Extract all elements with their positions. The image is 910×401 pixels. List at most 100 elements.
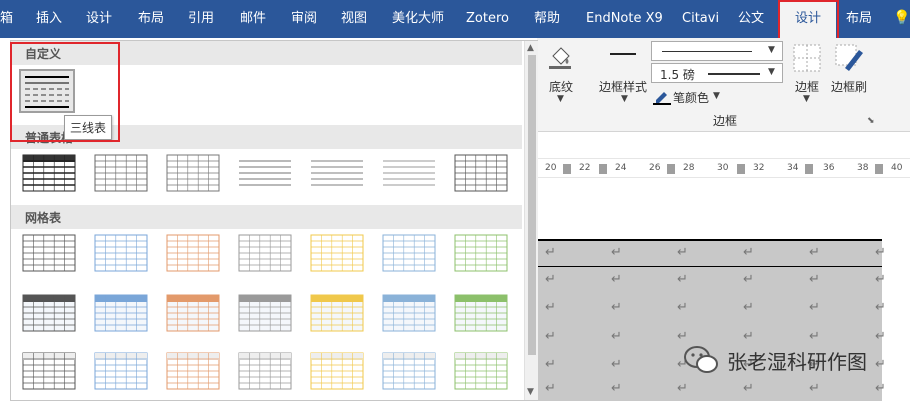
- tab-view[interactable]: 视图: [341, 0, 367, 38]
- paragraph-mark: ↵: [743, 329, 754, 344]
- tab-layout[interactable]: 布局: [138, 0, 164, 38]
- shading-icon[interactable]: [547, 42, 573, 70]
- tab-endnote[interactable]: EndNote X9: [586, 0, 663, 38]
- horizontal-ruler[interactable]: 20 22 24 26 28 30 32 34 36 38 40: [537, 158, 910, 178]
- grid-table-style[interactable]: [309, 291, 365, 335]
- table-style-thumbnail: [166, 352, 220, 390]
- tab-zotero[interactable]: Zotero: [466, 0, 509, 38]
- tab-help[interactable]: 帮助: [534, 0, 560, 38]
- pen-color-chevron-icon[interactable]: ▼: [713, 91, 720, 101]
- border-painter-icon[interactable]: [835, 44, 865, 72]
- ruler-marker: [805, 164, 813, 174]
- borders-chevron-icon[interactable]: ▼: [803, 94, 810, 104]
- ruler-number: 20: [545, 163, 557, 173]
- grid-table-style[interactable]: [237, 231, 293, 275]
- paragraph-mark: ↵: [809, 272, 820, 287]
- ruler-marker: [667, 164, 675, 174]
- grid-table-style[interactable]: [453, 231, 509, 275]
- normal-table-style[interactable]: [381, 151, 437, 195]
- paragraph-mark: ↵: [677, 245, 688, 260]
- ruler-number: 32: [753, 163, 765, 173]
- grid-table-style[interactable]: [93, 231, 149, 275]
- tab-review[interactable]: 审阅: [291, 0, 317, 38]
- paragraph-mark: ↵: [677, 381, 688, 396]
- tab-design[interactable]: 设计: [86, 0, 112, 38]
- normal-table-style[interactable]: [453, 151, 509, 195]
- grid-table-style[interactable]: [309, 349, 365, 393]
- grid-table-style[interactable]: [237, 349, 293, 393]
- grid-table-style[interactable]: [93, 291, 149, 335]
- tab-start[interactable]: 箱: [0, 0, 13, 38]
- table-style-thumbnail: [310, 352, 364, 390]
- grid-table-style[interactable]: [453, 291, 509, 335]
- lightbulb-icon[interactable]: 💡: [893, 10, 910, 26]
- table-style-thumbnail: [94, 352, 148, 390]
- table-style-thumbnail: [383, 155, 435, 191]
- table-style-thumbnail: [22, 234, 76, 272]
- wechat-icon: [684, 346, 718, 373]
- normal-table-style[interactable]: [21, 151, 77, 195]
- border-styles-label[interactable]: 边框样式: [599, 78, 647, 95]
- tab-table-layout[interactable]: 布局: [846, 0, 872, 38]
- table-style-thumbnail: [22, 154, 76, 192]
- paragraph-mark: ↵: [611, 245, 622, 260]
- pen-color-icon[interactable]: [653, 89, 671, 105]
- scroll-down-icon[interactable]: ▼: [527, 387, 534, 397]
- grid-table-style[interactable]: [165, 349, 221, 393]
- table-style-thumbnail: [94, 154, 148, 192]
- line-weight-select[interactable]: 1.5 磅 ▼: [651, 63, 783, 83]
- grid-table-style[interactable]: [381, 231, 437, 275]
- gallery-scrollbar[interactable]: ▲ ▼: [524, 41, 538, 400]
- paragraph-mark: ↵: [545, 272, 556, 287]
- grid-table-style[interactable]: [165, 231, 221, 275]
- border-styles-chevron-icon[interactable]: ▼: [621, 94, 628, 104]
- table-style-thumbnail: [382, 352, 436, 390]
- tab-citavi[interactable]: Citavi: [682, 0, 719, 38]
- tab-insert[interactable]: 插入: [36, 0, 62, 38]
- document-table[interactable]: [537, 240, 882, 401]
- normal-table-style[interactable]: [237, 151, 293, 195]
- scroll-up-icon[interactable]: ▲: [527, 43, 534, 53]
- ruler-number: 34: [787, 163, 799, 173]
- scrollbar-thumb[interactable]: [528, 55, 536, 355]
- paragraph-mark: ↵: [545, 245, 556, 260]
- border-style-line-icon[interactable]: [610, 53, 636, 55]
- grid-table-style[interactable]: [381, 291, 437, 335]
- borders-label[interactable]: 边框: [795, 78, 819, 95]
- grid-table-style[interactable]: [93, 349, 149, 393]
- line-style-select[interactable]: ▼: [651, 41, 783, 61]
- ruler-number: 40: [891, 163, 903, 173]
- paragraph-mark: ↵: [545, 357, 556, 372]
- shading-chevron-icon[interactable]: ▼: [557, 94, 564, 104]
- paragraph-mark: ↵: [611, 357, 622, 372]
- tab-references[interactable]: 引用: [188, 0, 214, 38]
- ruler-marker: [563, 164, 571, 174]
- grid-table-style[interactable]: [237, 291, 293, 335]
- table-style-thumbnail: [166, 294, 220, 332]
- grid-table-style[interactable]: [21, 349, 77, 393]
- borders-icon[interactable]: [793, 44, 821, 72]
- ruler-marker: [875, 164, 883, 174]
- line-weight-value: 1.5 磅: [660, 68, 695, 82]
- pen-color-label[interactable]: 笔颜色: [673, 89, 709, 106]
- grid-table-style[interactable]: [21, 231, 77, 275]
- paragraph-mark: ↵: [545, 329, 556, 344]
- normal-table-style[interactable]: [93, 151, 149, 195]
- grid-table-style[interactable]: [165, 291, 221, 335]
- normal-table-style[interactable]: [165, 151, 221, 195]
- table-style-thumbnail: [310, 294, 364, 332]
- grid-table-style[interactable]: [21, 291, 77, 335]
- border-painter-label[interactable]: 边框刷: [831, 78, 867, 95]
- tab-gongwen[interactable]: 公文: [738, 0, 764, 38]
- normal-table-style[interactable]: [309, 151, 365, 195]
- custom-style-highlight: [10, 42, 120, 142]
- shading-label[interactable]: 底纹: [549, 78, 573, 95]
- grid-table-style[interactable]: [453, 349, 509, 393]
- grid-table-style[interactable]: [309, 231, 365, 275]
- paragraph-mark: ↵: [809, 245, 820, 260]
- dialog-launcher-icon[interactable]: ⬊: [867, 116, 875, 126]
- grid-table-style[interactable]: [381, 349, 437, 393]
- tab-beautify[interactable]: 美化大师: [392, 0, 444, 38]
- paragraph-mark: ↵: [611, 272, 622, 287]
- tab-mailings[interactable]: 邮件: [240, 0, 266, 38]
